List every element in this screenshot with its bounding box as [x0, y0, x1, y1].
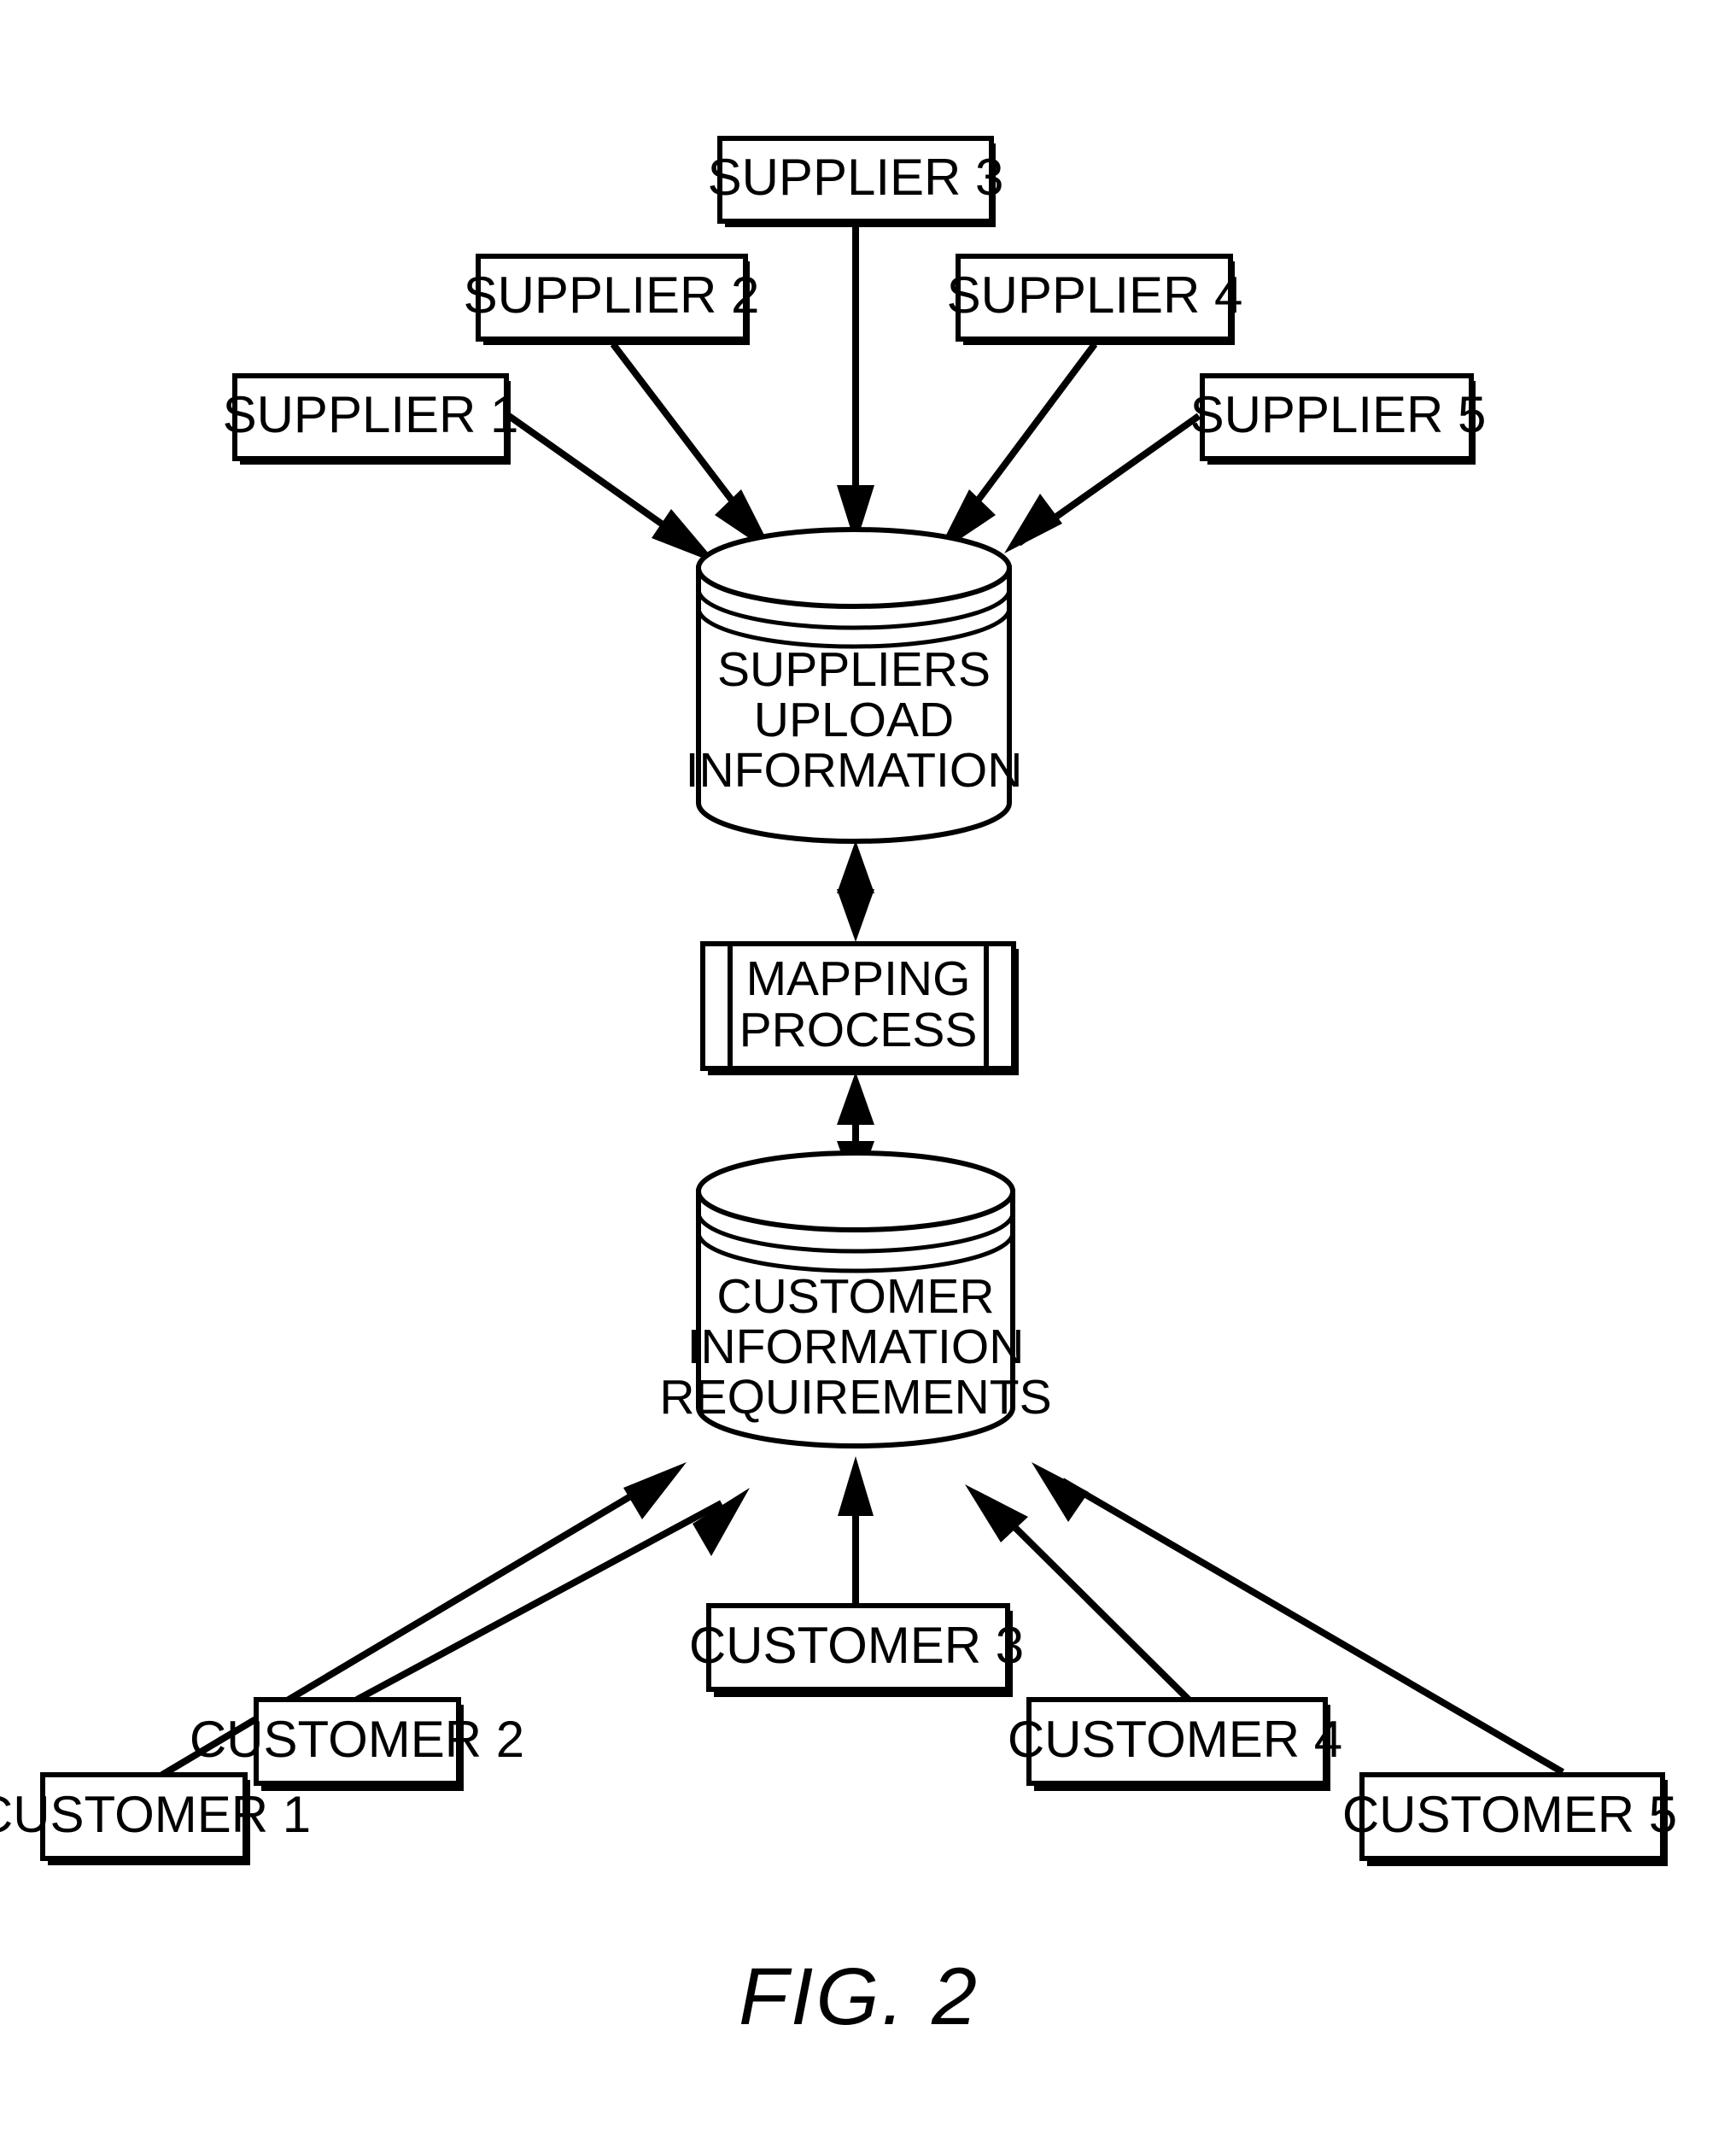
arrowhead [1032, 1462, 1089, 1522]
supplier-1-node[interactable]: SUPPLIER 1 [223, 373, 519, 465]
supplier-4-label: SUPPLIER 4 [947, 266, 1243, 324]
supplier-3-label: SUPPLIER 3 [708, 149, 1004, 206]
mapping-process-node[interactable]: MAPPING PROCESS [700, 941, 1019, 1075]
customer-3-label: CUSTOMER 3 [689, 1617, 1024, 1674]
figure-caption: FIG. 2 [739, 1952, 979, 2042]
arrowhead-down [837, 889, 874, 942]
supplier-5-label: SUPPLIER 5 [1190, 386, 1487, 443]
datastore-label-line-2: UPLOAD [754, 693, 954, 747]
mapping-process-label-line-2: PROCESS [739, 1003, 978, 1057]
datastore-label-line-3: INFORMATION [686, 743, 1023, 798]
customer-information-requirements-datastore[interactable]: CUSTOMER INFORMATION REQUIREMENTS [659, 1150, 1052, 1448]
arrowhead [1004, 494, 1062, 553]
mapping-process-label-line-1: MAPPING [746, 951, 971, 1006]
datastore-label-line-1: CUSTOMER [716, 1269, 994, 1324]
datastore-cylinder-top [696, 1150, 1015, 1232]
supplier-2-node[interactable]: SUPPLIER 2 [464, 254, 760, 345]
connector-line [355, 1500, 723, 1703]
supplier-2-label: SUPPLIER 2 [464, 266, 760, 324]
supplier-3-node[interactable]: SUPPLIER 3 [708, 136, 1004, 227]
connector-supplier-3-to-suppliers-upload [837, 227, 874, 545]
customer-3-node[interactable]: CUSTOMER 3 [689, 1603, 1024, 1697]
arrowhead [623, 1462, 687, 1519]
supplier-5-node[interactable]: SUPPLIER 5 [1190, 373, 1487, 465]
suppliers-upload-information-datastore[interactable]: SUPPLIERS UPLOAD INFORMATION [686, 527, 1023, 844]
supplier-1-label: SUPPLIER 1 [223, 386, 519, 443]
figure-container: SUPPLIER 1 SUPPLIER 2 SUPPLIER 3 SUPPLIE… [0, 0, 1736, 2142]
customer-4-node[interactable]: CUSTOMER 4 [1008, 1697, 1342, 1791]
datastore-cylinder-top [696, 527, 1012, 609]
datastore-label-line-3: REQUIREMENTS [659, 1370, 1051, 1425]
arrowhead [693, 1488, 750, 1556]
customer-5-label: CUSTOMER 5 [1342, 1786, 1677, 1843]
arrowhead-up [837, 1072, 874, 1125]
supplier-4-node[interactable]: SUPPLIER 4 [947, 254, 1243, 345]
connector-supplier-2-to-suppliers-upload [610, 342, 774, 555]
arrowhead [838, 1456, 874, 1516]
customer-4-label: CUSTOMER 4 [1008, 1711, 1342, 1768]
customer-2-label: CUSTOMER 2 [190, 1711, 524, 1768]
connector-suppliers-upload-to-mapping-process [837, 840, 874, 942]
customer-5-node[interactable]: CUSTOMER 5 [1342, 1772, 1677, 1866]
connector-customer-3-to-customer-requirements [838, 1456, 874, 1606]
datastore-label-line-1: SUPPLIERS [717, 642, 991, 697]
arrowhead-up [837, 840, 874, 893]
customer-1-label: CUSTOMER 1 [0, 1786, 311, 1843]
datastore-label-line-2: INFORMATION [687, 1320, 1025, 1374]
connector-supplier-5-to-suppliers-upload [1004, 413, 1201, 553]
patent-figure-diagram: SUPPLIER 1 SUPPLIER 2 SUPPLIER 3 SUPPLIE… [0, 136, 1677, 2042]
connector-supplier-4-to-suppliers-upload [936, 342, 1098, 555]
